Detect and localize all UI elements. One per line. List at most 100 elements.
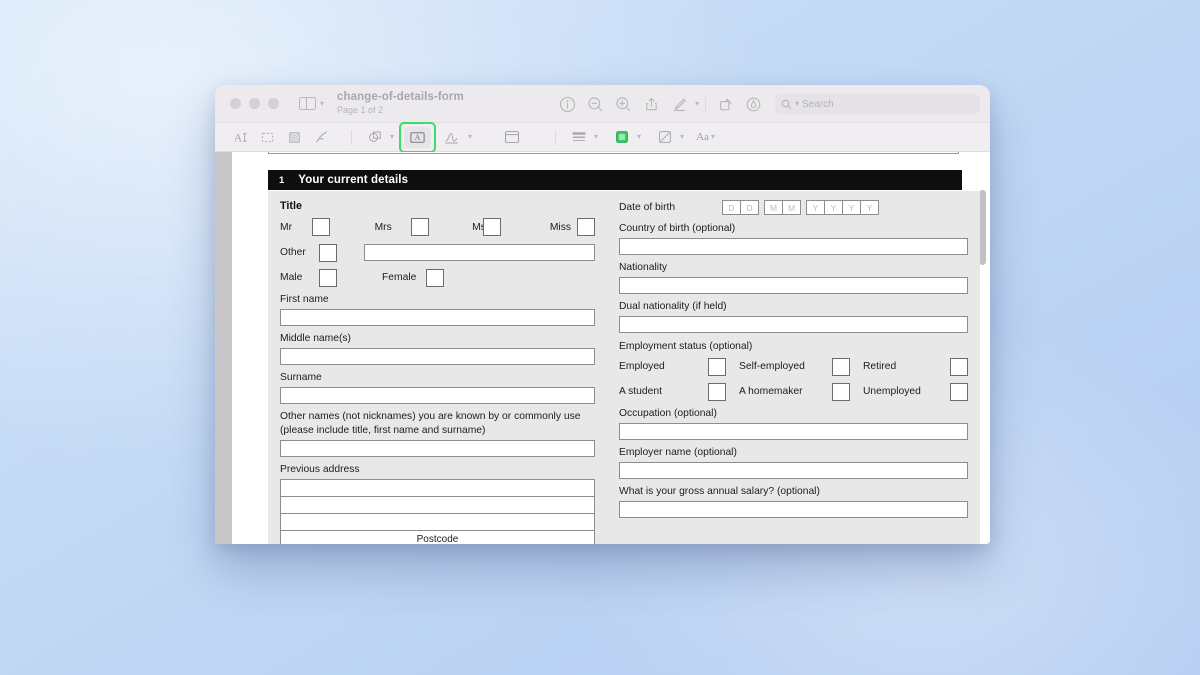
zoom-button[interactable] (268, 98, 279, 109)
sign-button[interactable]: ▾ (439, 127, 472, 148)
shape-style-icon[interactable] (565, 127, 592, 148)
input-gross-annual-salary[interactable] (619, 501, 968, 518)
checkbox-male[interactable] (319, 269, 337, 287)
input-first-name[interactable] (280, 309, 595, 326)
tool-highlight-ring (399, 122, 436, 153)
employment-label-self-employed: Self-employed (739, 361, 832, 372)
date-of-birth-label: Date of birth (619, 202, 717, 213)
page-subtitle: Page 1 of 2 (337, 105, 464, 115)
sign-icon[interactable] (439, 127, 466, 148)
section-number: 1 (279, 175, 284, 186)
checkbox-miss[interactable] (577, 218, 595, 236)
postcode-label[interactable]: Postcode (281, 531, 594, 544)
preview-window: ▾ change-of-details-form Page 1 of 2 ▾ (215, 85, 990, 544)
checkbox-a-homemaker[interactable] (832, 383, 850, 401)
input-nationality[interactable] (619, 277, 968, 294)
input-employer-name[interactable] (619, 462, 968, 479)
markup-chevron-down-icon[interactable]: ▾ (695, 100, 699, 108)
employment-label-a-homemaker: A homemaker (739, 386, 832, 397)
title-option-label-mr: Mr (280, 222, 312, 233)
input-previous-address-line-2[interactable] (281, 497, 594, 514)
input-dual-nationality[interactable] (619, 316, 968, 333)
checkbox-mr[interactable] (312, 218, 330, 236)
title-option-label-mrs: Mrs (375, 222, 411, 233)
shape-style-button[interactable]: ▾ (565, 127, 598, 148)
share-icon[interactable] (639, 91, 665, 117)
field-label-first-name: First name (280, 294, 595, 305)
checkbox-unemployed[interactable] (950, 383, 968, 401)
border-color-chevron-down-icon[interactable]: ▾ (680, 133, 684, 141)
search-input[interactable]: ▾ Search (775, 94, 980, 114)
partial-field-above[interactable] (268, 152, 959, 154)
markup-icon[interactable] (667, 91, 693, 117)
fill-color-button[interactable]: ▾ (608, 127, 641, 148)
checkbox-other-title[interactable] (319, 244, 337, 262)
text-style-button[interactable]: Aa ▾ (696, 127, 715, 148)
previous-address-label: Previous address (280, 464, 595, 475)
input-other-names[interactable] (280, 440, 595, 457)
input-occupation[interactable] (619, 423, 968, 440)
shapes-button[interactable]: ▾ (361, 127, 394, 148)
field-label-occupation: Occupation (optional) (619, 408, 968, 419)
page-scroll-area[interactable]: 1 Your current details Title Mr Mrs M (232, 152, 990, 544)
fill-color-chevron-down-icon[interactable]: ▾ (637, 133, 641, 141)
input-previous-address-line-1[interactable] (281, 480, 594, 497)
zoom-out-icon[interactable] (583, 91, 609, 117)
checkbox-self-employed[interactable] (832, 358, 850, 376)
rectangular-selection-icon[interactable] (254, 127, 281, 148)
checkbox-employed[interactable] (708, 358, 726, 376)
search-chevron-down-icon[interactable]: ▾ (795, 100, 799, 108)
zoom-in-icon[interactable] (611, 91, 637, 117)
dob-cell-d2[interactable]: D (740, 200, 759, 215)
rotate-icon[interactable] (712, 91, 738, 117)
border-color-button[interactable]: ▾ (651, 127, 684, 148)
employment-row-2: A student A homemaker Unemployed (619, 381, 968, 402)
thumbnail-sidebar[interactable] (215, 152, 232, 544)
input-middle-names[interactable] (280, 348, 595, 365)
sidebar-toggle-button[interactable]: ▾ (299, 97, 324, 110)
employment-status-label: Employment status (optional) (619, 341, 968, 352)
text-style-icon[interactable]: Aa (696, 127, 709, 148)
redact-icon[interactable] (740, 91, 766, 117)
text-style-chevron-down-icon[interactable]: ▾ (711, 133, 715, 141)
employment-row-1: Employed Self-employed Retired (619, 356, 968, 377)
dob-cell-y2[interactable]: Y (824, 200, 843, 215)
markup-toolbar: A ▾ A ▾ (215, 123, 990, 152)
shape-style-chevron-down-icon[interactable]: ▾ (594, 133, 598, 141)
sketch-icon[interactable] (308, 127, 335, 148)
shapes-chevron-down-icon[interactable]: ▾ (390, 133, 394, 141)
title-heading: Title (280, 200, 595, 212)
dob-cell-d1[interactable]: D (722, 200, 741, 215)
info-icon[interactable] (555, 91, 581, 117)
search-icon (781, 99, 792, 110)
checkbox-female[interactable] (426, 269, 444, 287)
note-icon[interactable] (498, 127, 525, 148)
checkbox-mrs[interactable] (411, 218, 429, 236)
minimize-button[interactable] (249, 98, 260, 109)
dob-cell-m1[interactable]: M (764, 200, 783, 215)
dob-cell-y4[interactable]: Y (860, 200, 879, 215)
instant-alpha-icon[interactable] (281, 127, 308, 148)
input-surname[interactable] (280, 387, 595, 404)
checkbox-ms[interactable] (483, 218, 501, 236)
text-selection-icon[interactable]: A (227, 127, 254, 148)
checkbox-retired[interactable] (950, 358, 968, 376)
dob-day-group: D D (722, 200, 759, 215)
field-group-occupation: Occupation (optional) (619, 408, 968, 440)
border-color-icon[interactable] (651, 127, 678, 148)
input-previous-address-line-3[interactable] (281, 514, 594, 531)
vertical-scrollbar[interactable] (979, 190, 986, 265)
input-country-of-birth[interactable] (619, 238, 968, 255)
shapes-icon[interactable] (361, 127, 388, 148)
dob-year-group: Y Y Y Y (806, 200, 879, 215)
dob-cell-y1[interactable]: Y (806, 200, 825, 215)
field-group-first-name: First name (280, 294, 595, 326)
dob-cell-y3[interactable]: Y (842, 200, 861, 215)
checkbox-a-student[interactable] (708, 383, 726, 401)
other-title-input[interactable] (364, 244, 595, 261)
fill-color-icon[interactable] (608, 127, 635, 148)
close-button[interactable] (230, 98, 241, 109)
sign-chevron-down-icon[interactable]: ▾ (468, 133, 472, 141)
text-box-icon[interactable]: A (404, 127, 431, 148)
dob-cell-m2[interactable]: M (782, 200, 801, 215)
